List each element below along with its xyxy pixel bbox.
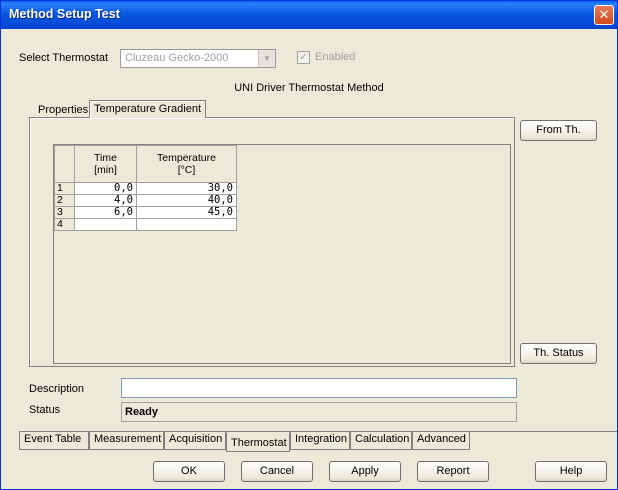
tab-acquisition[interactable]: Acquisition (164, 432, 226, 450)
row-number: 4 (54, 218, 75, 231)
tab-advanced[interactable]: Advanced (412, 432, 470, 450)
row-number: 3 (54, 206, 75, 219)
enabled-label: Enabled (315, 51, 356, 63)
description-label: Description (29, 383, 85, 395)
method-setup-window: Method Setup Test ✕ Select Thermostat Cl… (0, 0, 618, 490)
column-header-temperature[interactable]: Temperature [°C] (136, 145, 237, 183)
temperature-cell[interactable]: 45,0 (136, 206, 237, 219)
report-button[interactable]: Report (417, 461, 489, 482)
tab-thermostat[interactable]: Thermostat (226, 432, 290, 452)
select-thermostat-label: Select Thermostat (19, 52, 109, 64)
tab-properties-label: Properties (38, 104, 89, 116)
row-number-header (54, 145, 75, 183)
tab-measurement[interactable]: Measurement (89, 432, 164, 450)
cancel-button[interactable]: Cancel (241, 461, 313, 482)
column-header-time[interactable]: Time [min] (74, 145, 137, 183)
status-value: Ready (121, 402, 517, 422)
time-cell[interactable] (74, 218, 137, 231)
status-label: Status (29, 404, 61, 416)
enabled-checkbox[interactable]: ✓ (297, 51, 310, 64)
window-title: Method Setup Test (9, 7, 120, 21)
gradient-table: Time [min] Temperature [°C] 1 0,0 30,0 2… (54, 145, 237, 231)
table-row: 2 4,0 40,0 (54, 194, 237, 207)
apply-button[interactable]: Apply (329, 461, 401, 482)
tab-calculation[interactable]: Calculation (350, 432, 412, 450)
thermostat-selected-value: Cluzeau Gecko-2000 (125, 52, 229, 64)
tab-temperature-gradient[interactable]: Temperature Gradient (89, 100, 206, 118)
row-number: 2 (54, 194, 75, 207)
time-cell[interactable]: 6,0 (74, 206, 137, 219)
temperature-cell[interactable]: 40,0 (136, 194, 237, 207)
checkmark-icon: ✓ (299, 52, 308, 63)
thermostat-select[interactable]: Cluzeau Gecko-2000 ▼ (120, 49, 276, 68)
gradient-grid[interactable]: Time [min] Temperature [°C] 1 0,0 30,0 2… (53, 144, 511, 364)
title-bar[interactable]: Method Setup Test ✕ (1, 1, 617, 29)
temperature-cell[interactable] (136, 218, 237, 231)
tab-properties[interactable]: Properties (34, 102, 92, 120)
row-number: 1 (54, 182, 75, 195)
temperature-cell[interactable]: 30,0 (136, 182, 237, 195)
method-title: UNI Driver Thermostat Method (234, 82, 384, 94)
table-header-row: Time [min] Temperature [°C] (54, 145, 237, 183)
description-input[interactable] (121, 378, 517, 398)
table-row: 3 6,0 45,0 (54, 206, 237, 219)
table-row: 1 0,0 30,0 (54, 182, 237, 195)
close-button[interactable]: ✕ (594, 5, 614, 25)
close-icon: ✕ (598, 7, 610, 22)
tab-temperature-gradient-label: Temperature Gradient (94, 103, 201, 115)
chevron-down-icon[interactable]: ▼ (258, 50, 275, 67)
table-row: 4 (54, 218, 237, 231)
time-cell[interactable]: 4,0 (74, 194, 137, 207)
time-cell[interactable]: 0,0 (74, 182, 137, 195)
ok-button[interactable]: OK (153, 461, 225, 482)
tab-integration[interactable]: Integration (290, 432, 350, 450)
help-button[interactable]: Help (535, 461, 607, 482)
thermostat-status-button[interactable]: Th. Status (520, 343, 597, 364)
tab-event-table[interactable]: Event Table (19, 432, 89, 450)
from-thermostat-button[interactable]: From Th. (520, 120, 597, 141)
